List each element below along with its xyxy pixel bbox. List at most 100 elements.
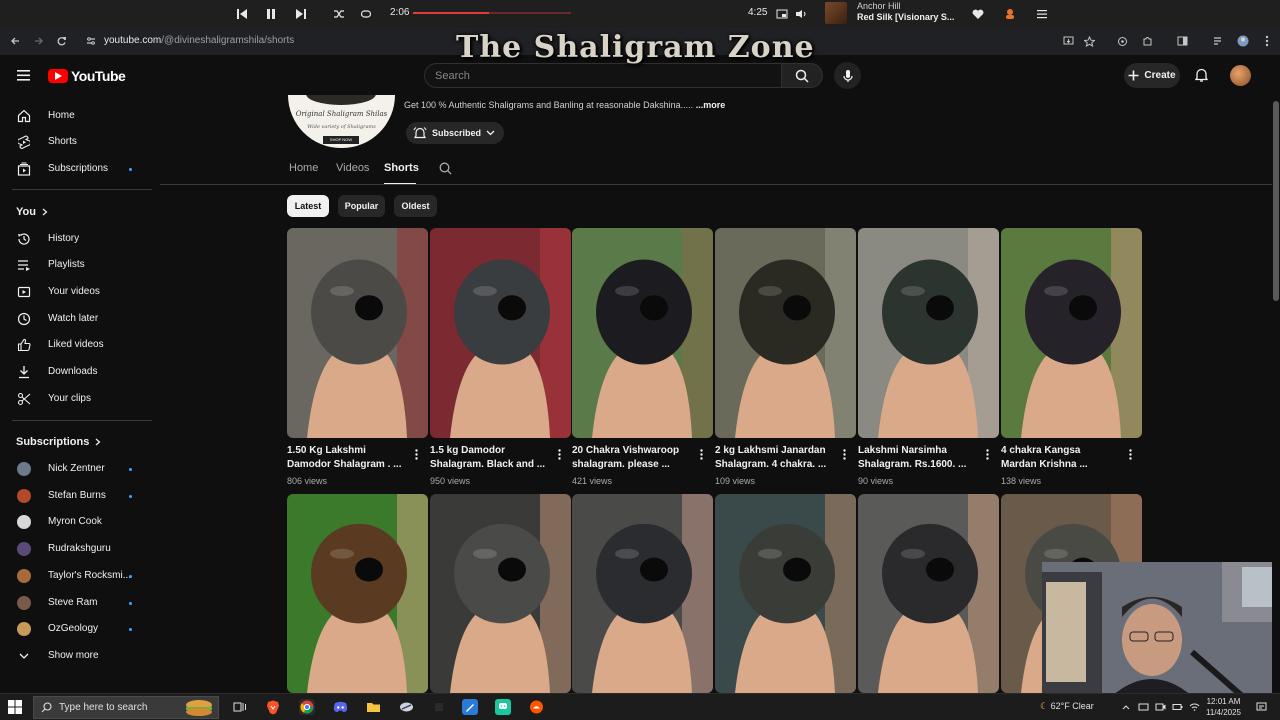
teams-app-icon[interactable] — [398, 699, 414, 715]
chrome-icon[interactable] — [299, 699, 315, 715]
you-section-heading[interactable]: You — [16, 206, 48, 218]
short-thumbnail[interactable] — [715, 494, 856, 693]
search-input[interactable] — [435, 64, 765, 87]
sidebar-item-home[interactable]: Home — [0, 103, 155, 129]
install-app-icon[interactable] — [1060, 33, 1076, 49]
sidebar-item-your-clips[interactable]: Your clips — [0, 386, 155, 412]
short-title[interactable]: 20 Chakra Vishwaroop shalagram. please ..… — [572, 444, 694, 472]
short-thumbnail[interactable] — [858, 494, 999, 693]
chip-oldest[interactable]: Oldest — [394, 195, 437, 217]
sidebar-item-your-videos[interactable]: Your videos — [0, 279, 155, 305]
battery-icon[interactable] — [1169, 699, 1185, 715]
address-bar[interactable]: youtube.com/@divineshaligramshila/shorts — [104, 35, 294, 46]
miniplayer-icon[interactable] — [772, 4, 792, 24]
sidebar-subscription-item[interactable]: Taylor's Rocksmi... — [0, 563, 155, 589]
queue-icon[interactable] — [1032, 4, 1052, 24]
bookmark-star-icon[interactable] — [1081, 33, 1097, 49]
short-title[interactable]: 1.50 Kg Lakshmi Damodor Shalagram . ... — [287, 444, 409, 472]
side-panel-icon[interactable] — [1174, 33, 1190, 49]
taskbar-search-box[interactable]: Type here to search — [33, 696, 219, 719]
seek-bar[interactable] — [413, 12, 571, 14]
reload-icon[interactable] — [54, 33, 70, 49]
chip-latest[interactable]: Latest — [287, 195, 329, 217]
sidebar-subscription-item[interactable]: OzGeology — [0, 616, 155, 642]
chip-popular[interactable]: Popular — [338, 195, 385, 217]
short-thumbnail[interactable] — [287, 228, 428, 438]
short-thumbnail[interactable] — [572, 494, 713, 693]
discord-icon[interactable] — [332, 699, 348, 715]
tab-videos[interactable]: Videos — [336, 162, 369, 174]
account-avatar[interactable] — [1230, 65, 1251, 86]
short-thumbnail[interactable] — [430, 494, 571, 693]
pen-app-icon[interactable] — [462, 699, 478, 715]
short-thumbnail[interactable] — [715, 228, 856, 438]
subscriptions-section-heading[interactable]: Subscriptions — [16, 436, 101, 448]
short-thumbnail[interactable] — [858, 228, 999, 438]
short-title[interactable]: 4 chakra Kangsa Mardan Krishna ... — [1001, 444, 1123, 472]
soundcloud-icon[interactable] — [528, 699, 544, 715]
camera-icon[interactable] — [1152, 699, 1168, 715]
sidebar-item-watch-later[interactable]: Watch later — [0, 306, 155, 332]
search-button[interactable] — [781, 63, 823, 88]
channel-banner-avatar[interactable]: Original Shaligram Shilas Wide variety o… — [288, 95, 395, 148]
notifications-bell-icon[interactable] — [1194, 67, 1209, 83]
short-thumbnail[interactable] — [572, 228, 713, 438]
app-icon[interactable] — [431, 699, 447, 715]
windows-start-icon[interactable] — [8, 700, 22, 714]
previous-track-icon[interactable] — [232, 4, 252, 24]
network-icon[interactable] — [1186, 699, 1202, 715]
puzzle-icon[interactable] — [1139, 33, 1155, 49]
file-explorer-icon[interactable] — [365, 699, 381, 715]
sidebar-item-history[interactable]: History — [0, 226, 155, 252]
extension-icon[interactable] — [1114, 33, 1130, 49]
hamburger-menu-icon[interactable] — [14, 65, 34, 85]
scrollbar-thumb[interactable] — [1273, 101, 1279, 301]
more-options-icon[interactable] — [1125, 446, 1135, 462]
youtube-logo[interactable]: YouTube — [48, 68, 126, 84]
back-arrow-icon[interactable] — [7, 33, 23, 49]
short-title[interactable]: Lakshmi Narsimha Shalagram. Rs.1600. ... — [858, 444, 980, 472]
more-options-icon[interactable] — [839, 446, 849, 462]
subscribed-button[interactable]: Subscribed — [406, 122, 504, 144]
monitor-icon[interactable] — [1135, 699, 1151, 715]
repeat-icon[interactable] — [356, 4, 376, 24]
more-options-icon[interactable] — [696, 446, 706, 462]
profile-orange-icon[interactable] — [1000, 4, 1020, 24]
voice-search-button[interactable] — [834, 62, 861, 89]
tab-home[interactable]: Home — [289, 162, 318, 174]
sidebar-subscription-item[interactable]: Rudrakshguru — [0, 536, 155, 562]
chevron-up-icon[interactable] — [1118, 699, 1134, 715]
forward-arrow-icon[interactable] — [31, 33, 47, 49]
create-button[interactable]: Create — [1124, 63, 1180, 88]
chat-app-icon[interactable] — [495, 699, 511, 715]
site-info-icon[interactable] — [83, 33, 99, 49]
sidebar-subscription-item[interactable]: Stefan Burns — [0, 483, 155, 509]
browser-menu-icon[interactable] — [1259, 33, 1275, 49]
more-options-icon[interactable] — [411, 446, 421, 462]
short-title[interactable]: 2 kg Lakhsmi Janardan Shalagram. 4 chakra… — [715, 444, 837, 472]
description-more-link[interactable]: ...more — [696, 100, 726, 110]
volume-icon[interactable] — [791, 4, 811, 24]
task-view-icon[interactable] — [232, 699, 248, 715]
channel-description[interactable]: Get 100 % Authentic Shaligrams and Banli… — [404, 100, 725, 110]
sidebar-item-playlists[interactable]: Playlists — [0, 252, 155, 278]
shuffle-icon[interactable] — [329, 4, 349, 24]
notification-center-icon[interactable] — [1253, 699, 1269, 715]
sidebar-subscription-item[interactable]: Myron Cook — [0, 509, 155, 535]
more-options-icon[interactable] — [982, 446, 992, 462]
media-control-icon[interactable] — [1210, 33, 1226, 49]
short-title[interactable]: 1.5 kg Damodor Shalagram. Black and ... — [430, 444, 552, 472]
short-thumbnail[interactable] — [287, 494, 428, 693]
taskbar-clock[interactable]: 12:01 AM 11/4/2025 — [1206, 696, 1241, 718]
pause-icon[interactable] — [261, 4, 281, 24]
brave-browser-icon[interactable] — [265, 699, 281, 715]
page-scrollbar[interactable] — [1272, 95, 1280, 693]
profile-avatar-icon[interactable] — [1235, 33, 1251, 49]
sidebar-subscription-item[interactable]: Steve Ram — [0, 590, 155, 616]
next-track-icon[interactable] — [291, 4, 311, 24]
sidebar-item-liked-videos[interactable]: Liked videos — [0, 332, 155, 358]
channel-search-icon[interactable] — [439, 162, 452, 175]
sidebar-item-downloads[interactable]: Downloads — [0, 359, 155, 385]
sidebar-subscription-item[interactable]: Nick Zentner — [0, 456, 155, 482]
sidebar-item-shorts[interactable]: Shorts — [0, 129, 155, 155]
